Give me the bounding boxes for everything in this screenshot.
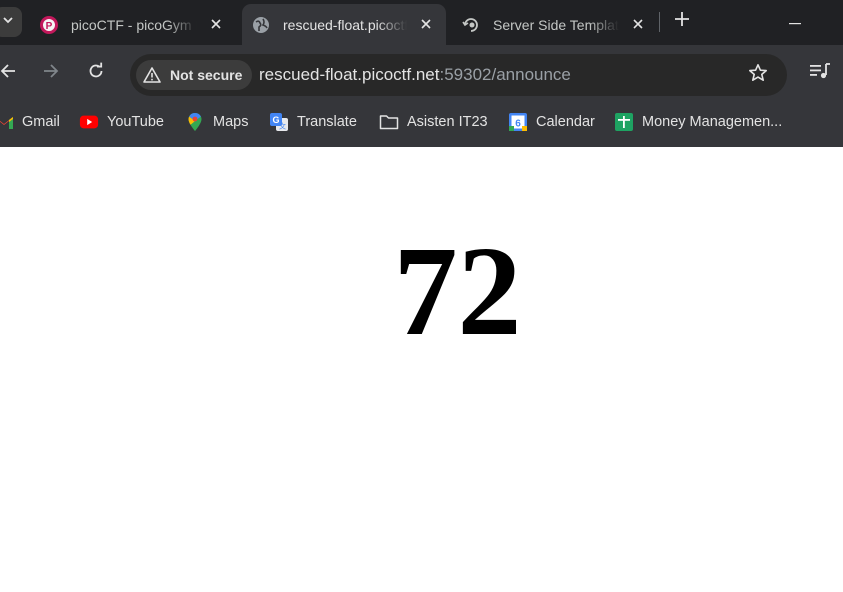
url-text[interactable]: rescued-float.picoctf.net:59302/announce <box>259 65 571 85</box>
reload-button[interactable] <box>84 61 108 85</box>
plus-icon <box>675 11 689 31</box>
reload-icon <box>87 62 105 85</box>
new-tab-button[interactable] <box>671 10 693 32</box>
bookmark-label: YouTube <box>107 114 164 130</box>
folder-icon <box>379 112 399 132</box>
calendar-badge: 6 <box>515 119 521 130</box>
close-tab-icon[interactable] <box>206 14 226 34</box>
svg-text:P: P <box>46 21 53 32</box>
minimize-window-button[interactable] <box>784 10 806 32</box>
star-icon <box>748 63 768 88</box>
bookmark-label: Translate <box>297 114 357 130</box>
queue-music-icon <box>809 62 831 85</box>
url-host: rescued-float.picoctf.net <box>259 65 440 84</box>
close-tab-icon[interactable] <box>416 14 436 34</box>
close-tab-icon[interactable] <box>628 14 648 34</box>
tab-picoctf[interactable]: P picoCTF - picoGym Practice Challenges <box>30 4 236 45</box>
translate-icon: G文 <box>269 112 289 132</box>
warning-triangle-icon <box>142 65 162 85</box>
tab-title: Server Side Template Injection <box>493 16 619 33</box>
bookmark-calendar[interactable]: 6 Calendar <box>508 110 595 134</box>
forward-button[interactable] <box>39 61 63 85</box>
arrow-left-icon <box>0 62 17 85</box>
globe-icon <box>252 16 270 34</box>
minimize-icon <box>789 12 801 30</box>
calendar-icon: 6 <box>508 112 528 132</box>
bookmark-label: Money Managemen... <box>642 114 783 130</box>
tab-separator <box>659 12 660 32</box>
browser-toolbar: Not secure rescued-float.picoctf.net:593… <box>0 45 843 101</box>
bookmark-folder-asisten[interactable]: Asisten IT23 <box>379 110 488 134</box>
back-button[interactable] <box>0 61 20 85</box>
bookmark-gmail[interactable]: Gmail <box>0 110 60 134</box>
page-content: 72 <box>0 147 843 592</box>
url-path: :59302/announce <box>439 65 571 84</box>
media-controls-button[interactable] <box>808 61 832 85</box>
tab-ssti[interactable]: Server Side Template Injection <box>452 4 658 45</box>
bookmark-label: Gmail <box>22 114 60 130</box>
bookmark-translate[interactable]: G文 Translate <box>269 110 357 134</box>
security-label: Not secure <box>170 67 243 83</box>
page-heading: 72 <box>393 220 522 362</box>
bookmarks-bar: Gmail YouTube Maps G文 Translate Asisten … <box>0 101 843 147</box>
bookmark-money-management[interactable]: Money Managemen... <box>614 110 782 134</box>
bookmark-label: Calendar <box>536 114 595 130</box>
maps-icon <box>185 112 205 132</box>
bookmark-youtube[interactable]: YouTube <box>79 110 164 134</box>
tab-strip: P picoCTF - picoGym Practice Challenges … <box>0 0 843 45</box>
sheets-icon <box>614 112 634 132</box>
bookmark-label: Maps <box>213 114 249 130</box>
bookmark-maps[interactable]: Maps <box>185 110 248 134</box>
gmail-icon <box>0 112 14 132</box>
youtube-icon <box>79 112 99 132</box>
refresh-globe-icon <box>462 16 480 34</box>
tab-title: rescued-float.picoctf.net:59302/announce <box>283 16 407 33</box>
tab-title: picoCTF - picoGym Practice Challenges <box>71 16 197 33</box>
tab-search-button[interactable] <box>0 7 22 37</box>
arrow-right-icon <box>42 62 60 85</box>
chevron-down-icon <box>2 13 14 31</box>
picoctf-icon: P <box>40 15 58 34</box>
tab-rescued-float[interactable]: rescued-float.picoctf.net:59302/announce <box>242 4 446 45</box>
address-bar[interactable]: Not secure rescued-float.picoctf.net:593… <box>130 54 787 96</box>
svg-text:文: 文 <box>279 122 286 131</box>
bookmark-label: Asisten IT23 <box>407 114 488 130</box>
bookmark-star-button[interactable] <box>747 63 769 88</box>
security-indicator[interactable]: Not secure <box>136 60 253 90</box>
